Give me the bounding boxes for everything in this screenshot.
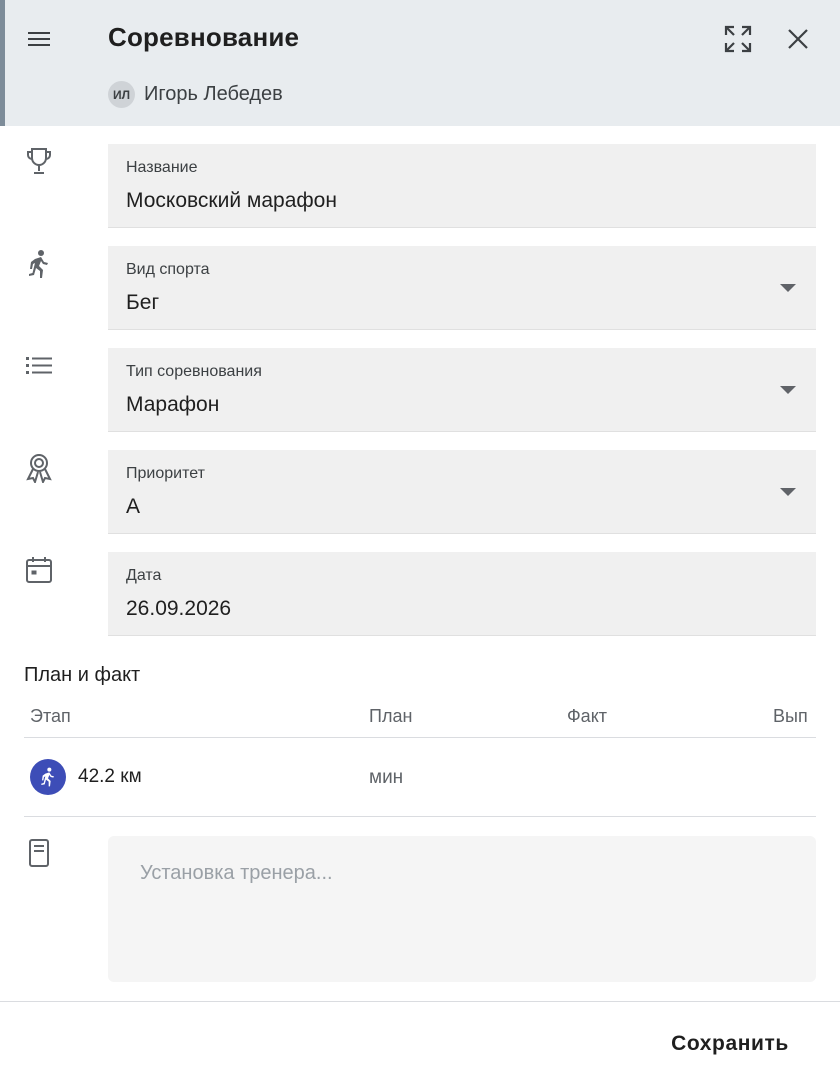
name-field-value[interactable]: Московский марафон <box>126 189 337 213</box>
name-field-label: Название <box>126 159 198 176</box>
dialog-header: Соревнование ИЛ Игорь Лебедев <box>0 0 840 126</box>
menu-icon <box>28 32 50 46</box>
priority-value: A <box>126 495 141 518</box>
expand-icon <box>724 25 752 53</box>
chevron-down-icon[interactable] <box>780 488 796 496</box>
list-icon <box>24 351 54 381</box>
name-field[interactable]: Название Московский марафон <box>108 144 816 228</box>
trophy-icon <box>24 146 54 176</box>
note-icon <box>24 838 54 868</box>
user-avatar: ИЛ <box>108 81 135 108</box>
priority-label: Приоритет <box>126 465 205 482</box>
plan-section-title: План и факт <box>24 664 141 686</box>
sport-select-value: Бег <box>126 291 160 314</box>
chevron-down-icon[interactable] <box>780 284 796 292</box>
competition-type-select[interactable]: Тип соревнования Марафон <box>108 348 816 432</box>
stage-plan-unit[interactable]: мин <box>369 767 403 789</box>
column-header-done: Вып <box>773 706 808 726</box>
calendar-icon <box>24 555 54 585</box>
chevron-down-icon[interactable] <box>780 386 796 394</box>
competition-type-value: Марафон <box>126 393 220 416</box>
footer-divider <box>0 1001 840 1002</box>
running-icon <box>30 759 66 795</box>
column-header-stage: Этап <box>30 706 71 726</box>
table-divider <box>24 816 816 817</box>
coach-notes-input[interactable] <box>108 836 816 982</box>
expand-button[interactable] <box>718 19 758 59</box>
table-divider <box>24 737 816 738</box>
date-field[interactable]: Дата 26.09.2026 <box>108 552 816 636</box>
column-header-plan: План <box>369 706 413 726</box>
sport-select-label: Вид спорта <box>126 261 210 278</box>
award-icon <box>24 453 54 483</box>
close-button[interactable] <box>778 19 818 59</box>
running-icon <box>24 249 54 279</box>
competition-type-label: Тип соревнования <box>126 363 262 380</box>
column-header-fact: Факт <box>567 706 608 726</box>
date-field-label: Дата <box>126 567 162 584</box>
header-accent-strip <box>0 0 5 126</box>
stage-name: 42.2 км <box>78 766 142 787</box>
date-field-value[interactable]: 26.09.2026 <box>126 597 231 621</box>
dialog-title: Соревнование <box>108 22 300 52</box>
close-icon <box>788 29 808 49</box>
user-name: Игорь Лебедев <box>144 83 283 105</box>
save-button[interactable]: Сохранить <box>656 1022 804 1066</box>
menu-button[interactable] <box>19 19 59 59</box>
sport-select[interactable]: Вид спорта Бег <box>108 246 816 330</box>
priority-select[interactable]: Приоритет A <box>108 450 816 534</box>
